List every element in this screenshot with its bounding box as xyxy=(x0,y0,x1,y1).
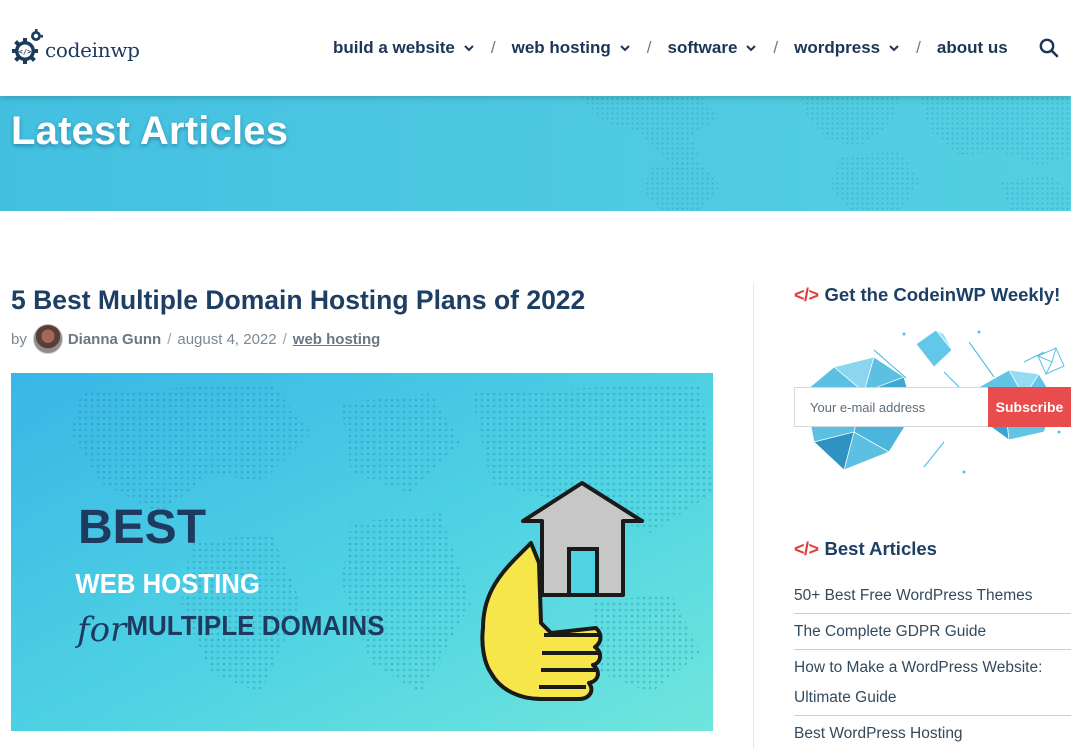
nav-item-software[interactable]: software xyxy=(668,38,758,58)
nav-label: about us xyxy=(936,38,1008,57)
best-articles-list: 50+ Best Free WordPress Themes The Compl… xyxy=(794,578,1071,748)
list-item: Best WordPress Hosting xyxy=(794,716,1071,748)
image-text-best: BEST xyxy=(78,501,206,554)
chevron-down-icon xyxy=(746,45,757,52)
nav-label: web hosting xyxy=(511,38,611,57)
meta-separator: / xyxy=(282,330,287,348)
article-meta: by Dianna Gunn / august 4, 2022 / web ho… xyxy=(11,324,380,354)
site-header: </> codeinwp build a website / web hosti… xyxy=(0,0,1071,96)
gear-logo-icon: </> xyxy=(12,29,43,64)
svg-text:</>: </> xyxy=(19,48,32,56)
best-articles-title-text: Best Articles xyxy=(824,538,937,559)
list-item: How to Make a WordPress Website: Ultimat… xyxy=(794,650,1071,716)
chevron-down-icon xyxy=(889,45,899,52)
author-avatar[interactable] xyxy=(32,324,63,354)
list-item: The Complete GDPR Guide xyxy=(794,614,1071,650)
article-title[interactable]: 5 Best Multiple Domain Hosting Plans of … xyxy=(11,285,585,316)
nav-separator: / xyxy=(773,38,779,57)
nav-separator: / xyxy=(646,38,652,57)
meta-separator: / xyxy=(167,330,172,348)
nav-item-build-a-website[interactable]: build a website xyxy=(333,38,475,58)
best-article-link[interactable]: The Complete GDPR Guide xyxy=(794,623,986,640)
sidebar-divider xyxy=(753,283,754,748)
nav-label: build a website xyxy=(333,38,455,57)
nav-label: wordpress xyxy=(794,38,881,57)
best-article-link[interactable]: How to Make a WordPress Website: Ultimat… xyxy=(794,659,1042,706)
best-articles-title: </> Best Articles xyxy=(794,538,937,560)
nav-item-web-hosting[interactable]: web hosting xyxy=(512,38,631,58)
best-article-link[interactable]: Best WordPress Hosting xyxy=(794,725,963,742)
nav-item-wordpress[interactable]: wordpress xyxy=(794,38,900,58)
email-input[interactable] xyxy=(794,387,989,427)
image-text-web-hosting: WEB HOSTING xyxy=(75,568,260,599)
article-date: august 4, 2022 xyxy=(177,330,277,348)
meta-by: by xyxy=(11,330,27,348)
newsletter-title: </> Get the CodeinWP Weekly! xyxy=(794,284,1060,306)
featured-image[interactable]: BEST WEB HOSTING for MULTIPLE DOMAINS xyxy=(11,373,713,731)
category-link[interactable]: web hosting xyxy=(293,331,381,348)
site-logo[interactable]: </> codeinwp xyxy=(11,29,140,67)
chevron-down-icon xyxy=(464,45,474,52)
hero-banner: Latest Articles xyxy=(0,96,1071,211)
code-icon: </> xyxy=(794,538,819,559)
chevron-down-icon xyxy=(620,45,630,52)
newsletter-title-text: Get the CodeinWP Weekly! xyxy=(824,284,1061,305)
search-icon[interactable] xyxy=(1039,38,1059,58)
best-article-link[interactable]: 50+ Best Free WordPress Themes xyxy=(794,587,1033,604)
subscribe-button[interactable]: Subscribe xyxy=(988,387,1071,427)
image-text-for: for xyxy=(74,610,128,650)
author-name[interactable]: Dianna Gunn xyxy=(68,331,161,348)
main-nav: build a website / web hosting / software… xyxy=(333,36,1008,60)
list-item: 50+ Best Free WordPress Themes xyxy=(794,578,1071,614)
nav-label: software xyxy=(667,38,738,57)
image-text-multiple-domains: MULTIPLE DOMAINS xyxy=(126,610,384,641)
nav-separator: / xyxy=(916,38,921,57)
nav-item-about-us[interactable]: about us xyxy=(937,38,1008,58)
logo-text: codeinwp xyxy=(45,37,140,62)
nav-separator: / xyxy=(490,38,496,57)
page-title: Latest Articles xyxy=(11,109,289,153)
code-icon: </> xyxy=(794,284,819,305)
